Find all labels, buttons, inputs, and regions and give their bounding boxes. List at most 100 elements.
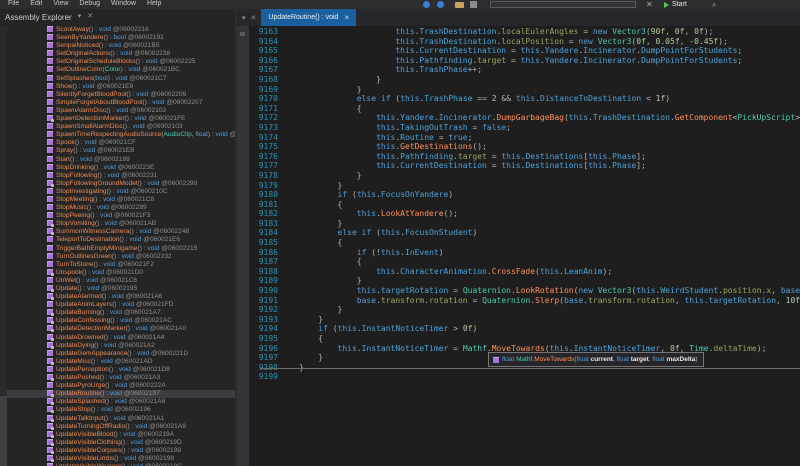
- tree-item-SimpleForgetAboutBloodPool[interactable]: SimpleForgetAboutBloodPool() : void @060…: [0, 99, 235, 107]
- tree-item-UpdateVisibleLimbs[interactable]: UpdateVisibleLimbs() : void @06002198: [0, 455, 235, 463]
- open-folder-icon[interactable]: [455, 2, 464, 8]
- code-line[interactable]: 9182 this.LookAtYandere();: [237, 209, 800, 219]
- code-line[interactable]: 9171 {: [237, 104, 800, 114]
- tree-item-UpdateSplashed[interactable]: UpdateSplashed() : void @060021A8: [0, 398, 235, 406]
- tree-item-UpdateDrowned[interactable]: UpdateDrowned() : void @060021A4: [0, 334, 235, 342]
- code-line[interactable]: 9193 }: [237, 315, 800, 325]
- tree-item-SeenByYandere[interactable]: SeenByYandere() : bool @06002191: [0, 34, 235, 42]
- code-line[interactable]: 9179 }: [237, 181, 800, 191]
- tree-item-UpdateGemAppearance[interactable]: UpdateGemAppearance() : void @0600221D: [0, 350, 235, 358]
- tree-item-StopPeeing[interactable]: StopPeeing() : void @060021F3: [0, 212, 235, 220]
- tab-close-icon[interactable]: ×: [344, 13, 349, 22]
- menu-item-debug[interactable]: Debug: [79, 0, 100, 9]
- tree-item-UpdateMisc[interactable]: UpdateMisc() : void @060021AD: [0, 358, 235, 366]
- code-line[interactable]: 9199: [237, 372, 800, 382]
- code-line[interactable]: 9185 {: [237, 238, 800, 248]
- tab-list-dropdown-icon[interactable]: ▾: [242, 14, 246, 22]
- code-line[interactable]: 9187 {: [237, 257, 800, 267]
- code-line[interactable]: 9166 this.Pathfinding.target = this.Yand…: [237, 56, 800, 66]
- tree-item-UpdateTalkInput[interactable]: UpdateTalkInput() : void @060021A1: [0, 415, 235, 423]
- tree-item-UpdateRoutine[interactable]: UpdateRoutine() : void @06002197: [0, 390, 235, 398]
- tree-item-UpdateAlarmed[interactable]: UpdateAlarmed() : void @060021A6: [0, 293, 235, 301]
- code-line[interactable]: 9170 else if (this.TrashPhase == 2 && th…: [237, 94, 800, 104]
- code-line[interactable]: 9186 if (!this.InEvent): [237, 248, 800, 258]
- tree-item-ScootAway[interactable]: ScootAway() : void @06002216: [0, 26, 235, 34]
- tree-item-SetSplashes[interactable]: SetSplashes(bool) : void @060021C7: [0, 75, 235, 83]
- nav-back-icon[interactable]: [423, 1, 430, 8]
- code-line[interactable]: 9183 }: [237, 219, 800, 229]
- code-line[interactable]: 9172 this.Yandere.Incinerator.DumpGarbag…: [237, 113, 800, 123]
- tree-item-UpdateAnimLayers[interactable]: UpdateAnimLayers() : void @060021FD: [0, 301, 235, 309]
- start-button[interactable]: Start: [664, 0, 687, 9]
- panel-close-icon[interactable]: ✕: [87, 9, 93, 25]
- search-icon[interactable]: ⌕: [712, 0, 716, 9]
- tree-item-UpdatePerception[interactable]: UpdatePerception() : void @060021D8: [0, 366, 235, 374]
- tree-item-StopVomiting[interactable]: StopVomiting() : void @060021AB: [0, 220, 235, 228]
- tree-item-TeleportToDestination[interactable]: TeleportToDestination() : void @060021E6: [0, 236, 235, 244]
- save-icon[interactable]: [470, 1, 477, 8]
- tree-item-SummonWitnessCamera[interactable]: SummonWitnessCamera() : void @06002248: [0, 228, 235, 236]
- tree-item-UpdatePushed[interactable]: UpdatePushed() : void @060021A3: [0, 374, 235, 382]
- tree-item-UpdatePyroUrge[interactable]: UpdatePyroUrge() : void @0600222A: [0, 382, 235, 390]
- code-line[interactable]: 9163 this.TrashDestination.localEulerAng…: [237, 27, 800, 37]
- tree-item-Start[interactable]: Start() : void @06002189: [0, 156, 235, 164]
- tree-item-SpawnDetectionMarker[interactable]: SpawnDetectionMarker() : void @060021FE: [0, 115, 235, 123]
- code-line[interactable]: 9195 {: [237, 334, 800, 344]
- tree-item-UpdateVisibleCorpses[interactable]: UpdateVisibleCorpses() : void @06002199: [0, 447, 235, 455]
- menu-item-file[interactable]: File: [8, 0, 19, 9]
- code-line[interactable]: 9168 }: [237, 75, 800, 85]
- tree-item-UpdateDetectionMarker[interactable]: UpdateDetectionMarker() : void @060021A0: [0, 325, 235, 333]
- code-line[interactable]: 9167 this.TrashPhase++;: [237, 65, 800, 75]
- tree-item-UpdateVisibleBlood[interactable]: UpdateVisibleBlood() : void @0600219A: [0, 431, 235, 439]
- code-line[interactable]: 9184 else if (this.FocusOnStudent): [237, 228, 800, 238]
- code-line[interactable]: 9169 }: [237, 85, 800, 95]
- tree-item-StopMusic[interactable]: StopMusic() : void @06002289: [0, 204, 235, 212]
- tree-item-StopInvestigating[interactable]: StopInvestigating() : void @0600210C: [0, 188, 235, 196]
- tree-item-Update[interactable]: Update() : void @06002195: [0, 285, 235, 293]
- menu-item-edit[interactable]: Edit: [30, 0, 42, 9]
- tree-item-SpawnSmallAlarmDisc[interactable]: SpawnSmallAlarmDisc() : void @06002103: [0, 123, 235, 131]
- tree-item-Show[interactable]: Show() : void @060021E9: [0, 83, 235, 91]
- tree-item-UpdateTurningOffRadio[interactable]: UpdateTurningOffRadio() : void @060021A9: [0, 423, 235, 431]
- tree-item-UpdateBurning[interactable]: UpdateBurning() : void @060021A7: [0, 309, 235, 317]
- code-editor[interactable]: 9163 this.TrashDestination.localEulerAng…: [237, 26, 800, 466]
- tree-item-UpdateVisibleClothing[interactable]: UpdateVisibleClothing() : void @0600219D: [0, 439, 235, 447]
- tab-strip-close-icon[interactable]: ✕: [251, 14, 257, 22]
- tree-item-Spray[interactable]: Spray() : void @060021EB: [0, 147, 235, 155]
- tree-item-UpdateStop[interactable]: UpdateStop() : void @06002196: [0, 406, 235, 414]
- tree-item-SetOriginalScheduleBlocks[interactable]: SetOriginalScheduleBlocks() : void @0600…: [0, 58, 235, 66]
- tree-item-SpawnAlarmDisc[interactable]: SpawnAlarmDisc() : void @06002102: [0, 107, 235, 115]
- tree-scrollbar-thumb[interactable]: [0, 396, 7, 466]
- code-line[interactable]: 9189 }: [237, 276, 800, 286]
- tree-item-UnWet[interactable]: UnWet() : void @060021C6: [0, 277, 235, 285]
- menu-item-window[interactable]: Window: [111, 0, 136, 9]
- tree-item-StopFollowing[interactable]: StopFollowing() : void @06002231: [0, 172, 235, 180]
- code-line[interactable]: 9176 this.Pathfinding.target = this.Dest…: [237, 152, 800, 162]
- tree-item-StopMeeting[interactable]: StopMeeting() : void @060021C8: [0, 196, 235, 204]
- code-line[interactable]: 9175 this.GetDestinations();: [237, 142, 800, 152]
- tree-item-StopFollowingGroundModel[interactable]: StopFollowingGroundModel() : void @06002…: [0, 180, 235, 188]
- tree-item-SetOriginalActions[interactable]: SetOriginalActions() : void @06002238: [0, 50, 235, 58]
- code-line[interactable]: 9177 this.CurrentDestination = this.Dest…: [237, 161, 800, 171]
- tree-item-SetOutlineColor[interactable]: SetOutlineColor(Color) : void @060021BC: [0, 66, 235, 74]
- menu-item-view[interactable]: View: [53, 0, 68, 9]
- code-line[interactable]: 9174 this.Routine = true;: [237, 133, 800, 143]
- code-line[interactable]: 9191 base.transform.rotation = Quaternio…: [237, 296, 800, 306]
- nav-forward-icon[interactable]: [437, 1, 444, 8]
- tree-scrollbar[interactable]: [0, 26, 7, 466]
- code-line[interactable]: 9165 this.CurrentDestination = this.Yand…: [237, 46, 800, 56]
- tree-item-TurnOutlinesGreen[interactable]: TurnOutlinesGreen() : void @06002232: [0, 253, 235, 261]
- code-line[interactable]: 9194 if (this.InstantNoticeTimer > 0f): [237, 324, 800, 334]
- tree-item-SenpaiNoticed[interactable]: SenpaiNoticed() : void @060021B5: [0, 42, 235, 50]
- tree-item-SpawnTimeRespectingAudioSource[interactable]: SpawnTimeRespectingAudioSource(AudioClip…: [0, 131, 235, 139]
- toolbar-combobox[interactable]: [490, 1, 636, 8]
- tree-item-TurnToStone[interactable]: TurnToStone() : void @060021F2: [0, 261, 235, 269]
- tree-item-UpdateDying[interactable]: UpdateDying() : void @060021A2: [0, 342, 235, 350]
- tree-item-SilentlyForgetBloodPool[interactable]: SilentlyForgetBloodPool() : void @060022…: [0, 91, 235, 99]
- menu-item-help[interactable]: Help: [147, 0, 161, 9]
- code-line[interactable]: 9164 this.TrashDestination.localPosition…: [237, 37, 800, 47]
- tab-updateroutine[interactable]: UpdateRoutine() : void ×: [261, 9, 356, 26]
- code-line[interactable]: 9188 this.CharacterAnimation.CrossFade(t…: [237, 267, 800, 277]
- code-line[interactable]: 9180 if (this.FocusOnYandere): [237, 190, 800, 200]
- tree-item-TriggerBathEmptyMinigame[interactable]: TriggerBathEmptyMinigame() : void @06002…: [0, 245, 235, 253]
